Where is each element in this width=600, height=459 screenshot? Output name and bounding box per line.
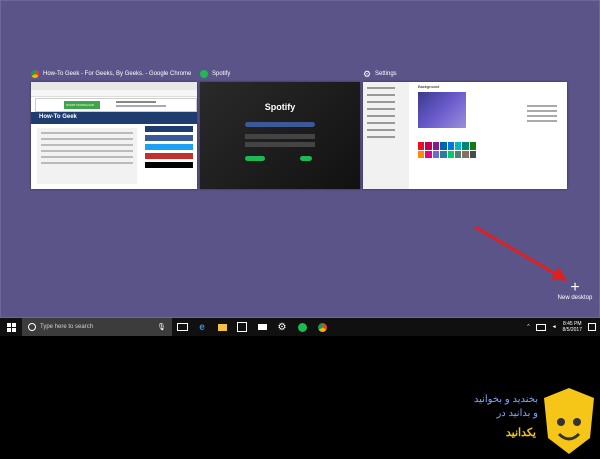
chrome-icon	[31, 70, 39, 78]
window-thumbnail[interactable]: START DOWNLOAD How-To Geek	[31, 82, 197, 189]
window-title: How-To Geek - For Geeks, By Geeks. - Goo…	[43, 71, 192, 77]
window-chrome[interactable]: How-To Geek - For Geeks, By Geeks. - Goo…	[31, 68, 197, 189]
related-settings	[527, 102, 557, 125]
folder-icon	[217, 323, 227, 331]
spotify-button[interactable]	[292, 318, 312, 336]
chrome-icon	[317, 322, 327, 332]
file-explorer-button[interactable]	[212, 318, 232, 336]
spotify-logo: Spotify	[264, 102, 296, 112]
search-box[interactable]: Type here to search 🎙	[22, 318, 172, 336]
article-area	[37, 128, 137, 184]
new-desktop-label: New desktop	[557, 295, 593, 301]
address-bar	[31, 90, 197, 97]
window-thumbnail[interactable]: Background	[363, 82, 567, 189]
window-title: Spotify	[212, 71, 231, 77]
site-logo: How-To Geek	[39, 114, 77, 120]
search-placeholder: Type here to search	[40, 324, 94, 330]
chevron-up-icon[interactable]: ^	[527, 324, 529, 330]
task-view-area: How-To Geek - For Geeks, By Geeks. - Goo…	[0, 0, 600, 318]
window-thumbnail[interactable]: Spotify	[200, 82, 360, 189]
start-button[interactable]	[0, 318, 22, 336]
new-desktop-button[interactable]: + New desktop	[551, 279, 599, 302]
window-title: Settings	[375, 71, 397, 77]
sidebar	[145, 126, 193, 186]
background-preview	[418, 92, 466, 128]
volume-icon[interactable]: ◄	[552, 324, 557, 330]
spotify-icon	[200, 70, 208, 78]
settings-heading: Background	[418, 84, 440, 89]
notification-icon[interactable]	[588, 323, 596, 331]
taskbar: Type here to search 🎙 e ⚙ ^ ◄ 8:45 PM 8/…	[0, 318, 600, 336]
settings-button[interactable]: ⚙	[272, 318, 292, 336]
network-icon[interactable]	[535, 323, 546, 331]
cortana-icon	[28, 323, 36, 331]
watermark-line-1: بخندید و بخوانید	[473, 394, 538, 405]
red-arrow-icon	[474, 225, 567, 281]
password-field	[245, 142, 315, 147]
window-title-bar[interactable]: Spotify	[200, 68, 360, 80]
ad-banner: START DOWNLOAD	[35, 98, 197, 112]
window-settings[interactable]: ⚙ Settings Background	[363, 68, 567, 189]
clock-date: 8/5/2017	[562, 327, 582, 333]
edge-icon: e	[199, 321, 205, 333]
window-spotify[interactable]: Spotify Spotify	[200, 68, 360, 189]
color-grid	[418, 142, 476, 158]
mail-button[interactable]	[252, 318, 272, 336]
task-view-icon	[176, 323, 188, 331]
watermark: بخندید و بخوانید و بدانید در یکدانید	[440, 380, 600, 459]
settings-nav	[363, 82, 409, 189]
remember-toggle	[300, 156, 312, 161]
facebook-login-button	[245, 122, 315, 127]
chrome-button[interactable]	[312, 318, 332, 336]
edge-button[interactable]: e	[192, 318, 212, 336]
task-view-button[interactable]	[172, 318, 192, 336]
clock[interactable]: 8:45 PM 8/5/2017	[563, 321, 582, 333]
mail-icon	[257, 324, 267, 330]
window-title-bar[interactable]: How-To Geek - For Geeks, By Geeks. - Goo…	[31, 68, 197, 80]
system-tray: ^ ◄ 8:45 PM 8/5/2017	[527, 318, 600, 336]
store-button[interactable]	[232, 318, 252, 336]
plus-icon: +	[570, 279, 580, 296]
gear-icon: ⚙	[277, 321, 287, 333]
store-icon	[237, 322, 247, 332]
site-header: How-To Geek	[31, 112, 197, 124]
watermark-line-2: و بدانید در	[496, 408, 538, 419]
microphone-icon[interactable]: 🎙	[157, 323, 166, 331]
ad-button-label: START DOWNLOAD	[66, 103, 95, 107]
spotify-icon	[297, 322, 307, 332]
login-button	[245, 156, 265, 161]
watermark-line-3: یکدانید	[505, 427, 536, 439]
window-title-bar[interactable]: ⚙ Settings	[363, 68, 567, 80]
mascot-logo-icon	[544, 388, 594, 454]
ad-download-button: START DOWNLOAD	[64, 101, 100, 109]
username-field	[245, 134, 315, 139]
gear-icon: ⚙	[363, 69, 372, 79]
tab-strip	[31, 82, 197, 90]
windows-icon	[6, 322, 16, 332]
